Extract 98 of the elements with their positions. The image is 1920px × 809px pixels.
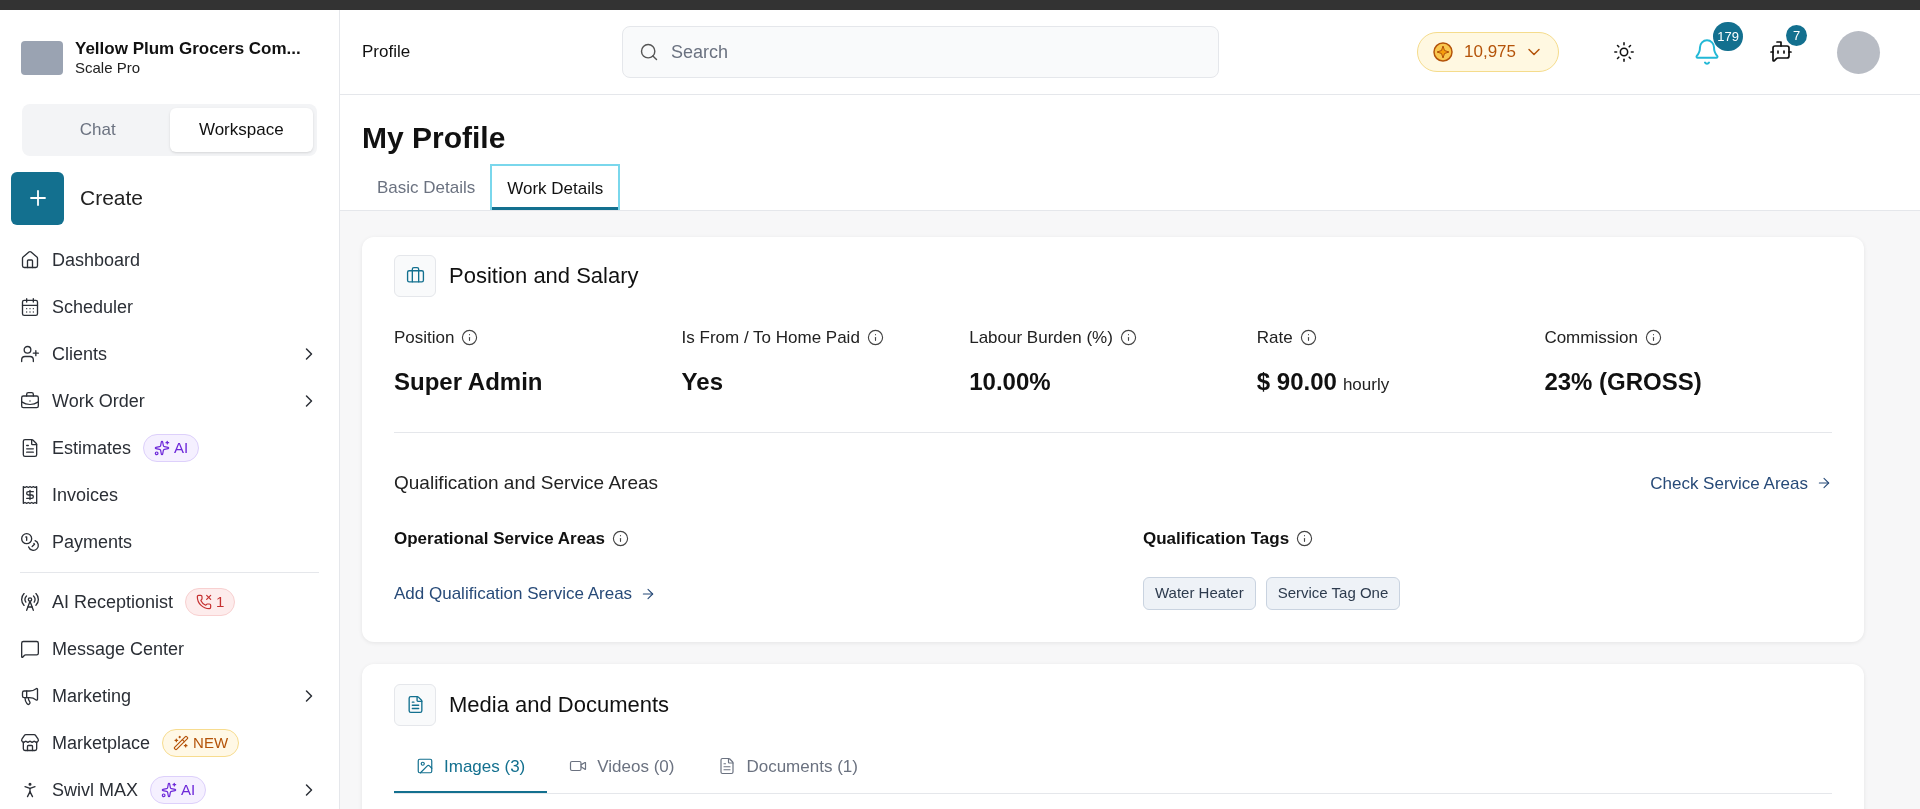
- nav-item[interactable]: Clients: [20, 330, 319, 378]
- qualification-tag: Water Heater: [1143, 577, 1256, 610]
- rate-unit: hourly: [1342, 374, 1390, 396]
- badge-label: AI: [174, 437, 189, 458]
- badge-label: 1: [216, 591, 225, 612]
- document-icon: [718, 757, 737, 776]
- info-icon: [461, 328, 479, 346]
- info-icon: [612, 529, 630, 547]
- logo-placeholder: [21, 41, 63, 75]
- sparkle-icon: [161, 782, 177, 798]
- page-title: My Profile: [362, 120, 507, 156]
- theme-toggle-icon[interactable]: [1613, 41, 1635, 63]
- nav-label: Swivl MAX: [52, 778, 138, 802]
- field-value: $ 90.00: [1256, 367, 1337, 397]
- wand-icon: [173, 735, 190, 751]
- nav-label: Work Order: [52, 389, 145, 413]
- antenna-icon: [20, 592, 40, 612]
- mode-tab[interactable]: Workspace: [169, 108, 313, 152]
- media-tab[interactable]: Images (3): [394, 753, 548, 793]
- field-label: Operational Service Areas: [394, 527, 606, 550]
- coins-amount: 10,975: [1464, 41, 1516, 64]
- nav-label: Dashboard: [52, 248, 141, 272]
- nav-label: Marketplace: [52, 731, 151, 755]
- field-value: 23% (GROSS): [1544, 367, 1702, 397]
- nav-item[interactable]: Work Order: [20, 377, 319, 425]
- nav-label: Clients: [52, 342, 108, 366]
- add-service-areas-link[interactable]: Add Qualification Service Areas: [394, 581, 1113, 607]
- store-icon: [20, 733, 40, 753]
- coins-icon: [20, 532, 40, 552]
- field-label: Position: [394, 326, 455, 349]
- field-value: Super Admin: [394, 367, 543, 397]
- image-icon: [416, 757, 434, 776]
- field-label: Is From / To Home Paid: [681, 326, 860, 349]
- company-name: Yellow Plum Grocers Com...: [75, 38, 301, 60]
- search-input[interactable]: Search: [671, 38, 1202, 66]
- section-title: Qualification and Service Areas: [394, 471, 659, 495]
- media-tab[interactable]: Videos (0): [547, 753, 697, 793]
- nav-item[interactable]: Message Center: [20, 625, 319, 673]
- document-icon: [20, 438, 40, 458]
- nav-item[interactable]: Dashboard: [20, 236, 319, 284]
- nav-item[interactable]: Swivl MAX AI: [20, 766, 319, 809]
- calendar-icon: [20, 297, 40, 317]
- field-value: Yes: [681, 367, 723, 397]
- field-label: Labour Burden (%): [969, 326, 1113, 349]
- create-label: Create: [80, 185, 144, 212]
- coin-icon: [1432, 40, 1456, 64]
- notification-count: 179: [1713, 22, 1743, 51]
- nav-item[interactable]: Scheduler: [20, 283, 319, 331]
- message-count: 7: [1786, 25, 1807, 46]
- badge-label: NEW: [193, 732, 229, 753]
- megaphone-icon: [20, 686, 40, 706]
- info-icon: [1644, 328, 1662, 346]
- nav-label: Estimates: [52, 436, 132, 460]
- field-label: Commission: [1544, 326, 1638, 349]
- field-value: 10.00%: [969, 367, 1051, 397]
- check-service-areas-link[interactable]: Check Service Areas: [1650, 470, 1832, 496]
- card-title: Media and Documents: [449, 691, 670, 719]
- plan-name: Scale Pro: [75, 59, 142, 78]
- coins-button[interactable]: 10,975: [1417, 32, 1559, 72]
- message-icon: [20, 639, 40, 659]
- search-icon: [639, 42, 659, 62]
- nav-label: Payments: [52, 530, 133, 554]
- field-label: Qualification Tags: [1143, 527, 1290, 550]
- info-icon: [1299, 328, 1317, 346]
- nav-item[interactable]: Marketplace NEW: [20, 719, 319, 767]
- card-title: Position and Salary: [449, 262, 639, 290]
- chat-bot-icon[interactable]: [1769, 40, 1793, 64]
- profile-tab[interactable]: Work Details: [490, 164, 621, 210]
- info-icon: [1296, 529, 1314, 547]
- qualification-tag: Service Tag One: [1265, 577, 1401, 610]
- briefcase-icon: [20, 391, 40, 411]
- document-icon: [405, 695, 425, 714]
- nav-label: Scheduler: [52, 295, 134, 319]
- nav-item[interactable]: AI Receptionist 1: [20, 578, 319, 626]
- nav-label: AI Receptionist: [52, 590, 174, 614]
- create-button[interactable]: [11, 171, 64, 225]
- media-tab[interactable]: Documents (1): [696, 753, 880, 793]
- badge-label: AI: [181, 779, 196, 800]
- receipt-icon: [20, 485, 40, 505]
- nav-item[interactable]: Invoices: [20, 471, 319, 519]
- breadcrumb: Profile: [362, 41, 412, 64]
- nav-item[interactable]: Estimates AI: [20, 424, 319, 472]
- sparkle-icon: [154, 440, 171, 456]
- nav-label: Marketing: [52, 684, 132, 708]
- nav-item[interactable]: Marketing: [20, 672, 319, 720]
- info-icon: [866, 328, 884, 346]
- search-field[interactable]: Search: [622, 26, 1219, 78]
- briefcase-icon: [405, 266, 425, 285]
- user-plus-icon: [20, 344, 40, 364]
- nav-label: Invoices: [52, 483, 119, 507]
- field-label: Rate: [1256, 326, 1293, 349]
- mode-tab[interactable]: Chat: [26, 108, 170, 152]
- house-icon: [20, 250, 40, 270]
- nav-label: Message Center: [52, 637, 185, 661]
- missed-call-icon: [196, 594, 213, 610]
- profile-tab[interactable]: Basic Details: [362, 164, 491, 210]
- info-icon: [1119, 328, 1137, 346]
- nav-item[interactable]: Payments: [20, 518, 319, 566]
